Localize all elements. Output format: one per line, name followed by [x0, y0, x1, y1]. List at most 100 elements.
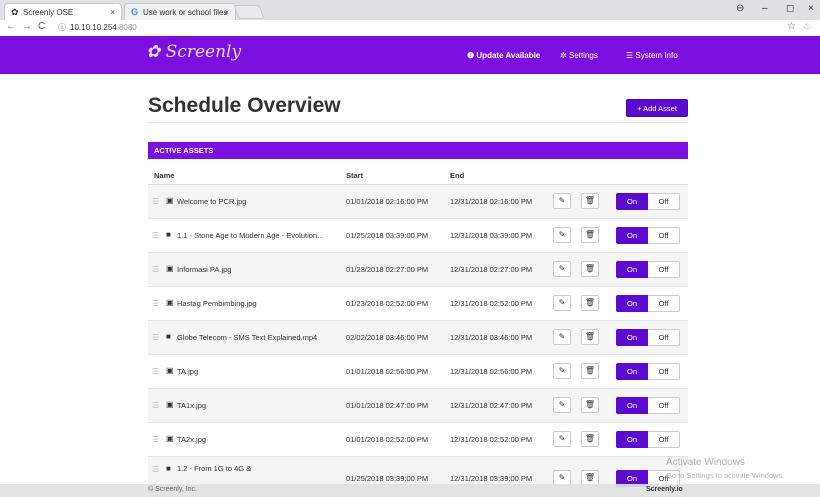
- edit-icon[interactable]: ✎: [553, 363, 571, 379]
- url-field[interactable]: ⓘ 10.10.10.254:8080: [58, 21, 137, 35]
- column-start: Start: [346, 171, 364, 180]
- asset-name: TA1x.jpg: [177, 401, 207, 410]
- on-toggle[interactable]: On: [616, 227, 648, 244]
- drag-handle-icon[interactable]: ☰: [152, 265, 159, 274]
- trash-icon[interactable]: 🗑: [581, 227, 599, 243]
- trash-icon[interactable]: 🗑: [581, 329, 599, 345]
- tab-title: Screenly OSE: [23, 8, 74, 17]
- on-toggle[interactable]: On: [616, 397, 648, 414]
- off-toggle[interactable]: Off: [648, 431, 680, 448]
- asset-start: 01/01/2018 02:52:00 PM: [346, 435, 429, 444]
- off-toggle[interactable]: Off: [648, 329, 680, 346]
- asset-start: 01/01/2018 02:47:00 PM: [346, 401, 429, 410]
- on-toggle[interactable]: On: [616, 363, 648, 380]
- app-navbar: ✿ Screenly ❶ Update Available ✲ Settings…: [0, 36, 820, 74]
- google-favicon-icon: G: [131, 7, 139, 17]
- tab-close-icon[interactable]: ×: [224, 4, 229, 21]
- settings-link[interactable]: ✲ Settings: [560, 51, 598, 60]
- asset-name: 1.1 - Stone Age to Modern Age - Evolutio…: [177, 231, 324, 240]
- off-toggle[interactable]: Off: [648, 397, 680, 414]
- address-bar: ← → C ⓘ 10.10.10.254:8080 ☆ ♨: [0, 20, 820, 37]
- asset-name: Welcome to PCR.jpg: [177, 197, 247, 206]
- off-toggle[interactable]: Off: [648, 363, 680, 380]
- trash-icon[interactable]: 🗑: [581, 261, 599, 277]
- asset-start: 01/01/2018 02:16:00 PM: [346, 197, 429, 206]
- table-row: ☰ ■ 1.1 - Stone Age to Modern Age - Evolut…: [148, 219, 688, 253]
- screenly-logo[interactable]: ✿ Screenly: [146, 42, 241, 62]
- trash-icon[interactable]: 🗑: [581, 397, 599, 413]
- drag-handle-icon[interactable]: ☰: [152, 333, 159, 342]
- off-toggle[interactable]: Off: [648, 261, 680, 278]
- image-icon: ▣: [166, 366, 174, 375]
- drag-handle-icon[interactable]: ☰: [152, 299, 159, 308]
- list-icon: ☰: [626, 51, 636, 60]
- drag-handle-icon[interactable]: ☰: [152, 231, 159, 240]
- table-row: ☰ ▣ Welcome to PCR.jpg 01/01/2018 02:16:00 …: [148, 185, 688, 219]
- drag-handle-icon[interactable]: ☰: [152, 197, 159, 206]
- footer: © Screenly, Inc. Screenly.io: [0, 484, 820, 497]
- browser-tab-screenly[interactable]: ✿ Screenly OSE ×: [4, 3, 122, 20]
- minimize-icon[interactable]: –: [762, 3, 768, 14]
- active-assets-header: ACTIVE ASSETS: [148, 142, 688, 159]
- trash-icon[interactable]: 🗑: [581, 295, 599, 311]
- asset-start: 01/01/2018 02:56:00 PM: [346, 367, 429, 376]
- new-tab-button[interactable]: [233, 5, 265, 19]
- off-toggle[interactable]: Off: [648, 193, 680, 210]
- on-toggle[interactable]: On: [616, 329, 648, 346]
- trash-icon[interactable]: 🗑: [581, 193, 599, 209]
- tab-close-icon[interactable]: ×: [110, 4, 115, 21]
- reload-icon[interactable]: C: [38, 21, 45, 32]
- asset-start: 02/02/2018 03:46:00 PM: [346, 333, 429, 342]
- drag-handle-icon[interactable]: ☰: [152, 465, 159, 474]
- off-toggle[interactable]: Off: [648, 227, 680, 244]
- asset-name: Informasi PA.jpg: [177, 265, 232, 274]
- drag-handle-icon[interactable]: ☰: [152, 367, 159, 376]
- off-toggle[interactable]: Off: [648, 295, 680, 312]
- gear-icon: ✲: [560, 51, 569, 60]
- edit-icon[interactable]: ✎: [553, 329, 571, 345]
- asset-name: Globe Telecom - SMS Text Explained.mp4: [177, 333, 318, 342]
- edit-icon[interactable]: ✎: [553, 227, 571, 243]
- add-asset-button[interactable]: + Add Asset: [626, 99, 688, 117]
- settings-label: Settings: [568, 51, 598, 60]
- asset-end: 12/31/2018 02:56:00 PM: [450, 367, 533, 376]
- asset-name: TA2x.jpg: [177, 435, 207, 444]
- logo-text: Screenly: [165, 42, 242, 62]
- back-icon[interactable]: ←: [6, 21, 16, 32]
- trash-icon[interactable]: 🗑: [581, 431, 599, 447]
- on-toggle[interactable]: On: [616, 193, 648, 210]
- edit-icon[interactable]: ✎: [553, 431, 571, 447]
- edit-icon[interactable]: ✎: [553, 397, 571, 413]
- asset-end: 12/31/2018 02:52:00 PM: [450, 299, 533, 308]
- table-row: ☰ ▣ Hastag Pembimbing.jpg 01/23/2018 02:52:…: [148, 287, 688, 321]
- activation-watermark-title: Activate Windows: [666, 457, 745, 468]
- asset-name: 1.2 - From 1G to 4G &: [177, 464, 252, 473]
- update-label: Update Available: [476, 51, 541, 60]
- title-divider: [148, 122, 688, 123]
- tab-title: Use work or school files: [143, 8, 228, 17]
- edit-icon[interactable]: ✎: [553, 295, 571, 311]
- image-icon: ▣: [166, 196, 174, 205]
- maximize-icon[interactable]: ◻: [786, 3, 794, 14]
- table-row: ☰ ■ Globe Telecom - SMS Text Explained.mp4…: [148, 321, 688, 355]
- update-available-link[interactable]: ❶ Update Available: [467, 51, 540, 60]
- on-toggle[interactable]: On: [616, 431, 648, 448]
- extension-icon[interactable]: ♨: [803, 21, 812, 32]
- on-toggle[interactable]: On: [616, 261, 648, 278]
- edit-icon[interactable]: ✎: [553, 193, 571, 209]
- page-title: Schedule Overview: [148, 94, 341, 117]
- browser-tab-office[interactable]: G Use work or school files ×: [124, 3, 236, 20]
- drag-handle-icon[interactable]: ☰: [152, 435, 159, 444]
- trash-icon[interactable]: 🗑: [581, 363, 599, 379]
- bookmark-star-icon[interactable]: ☆: [787, 21, 796, 32]
- system-info-link[interactable]: ☰ System Info: [626, 51, 678, 60]
- footer-link[interactable]: Screenly.io: [646, 486, 683, 493]
- edit-icon[interactable]: ✎: [553, 261, 571, 277]
- forward-icon[interactable]: →: [22, 21, 32, 32]
- close-window-icon[interactable]: ×: [808, 3, 814, 14]
- drag-handle-icon[interactable]: ☰: [152, 401, 159, 410]
- on-toggle[interactable]: On: [616, 295, 648, 312]
- profile-icon[interactable]: ⊖: [736, 3, 744, 14]
- asset-end: 12/31/2018 02:27:00 PM: [450, 265, 533, 274]
- asset-end: 12/31/2018 03:39:00 PM: [450, 231, 533, 240]
